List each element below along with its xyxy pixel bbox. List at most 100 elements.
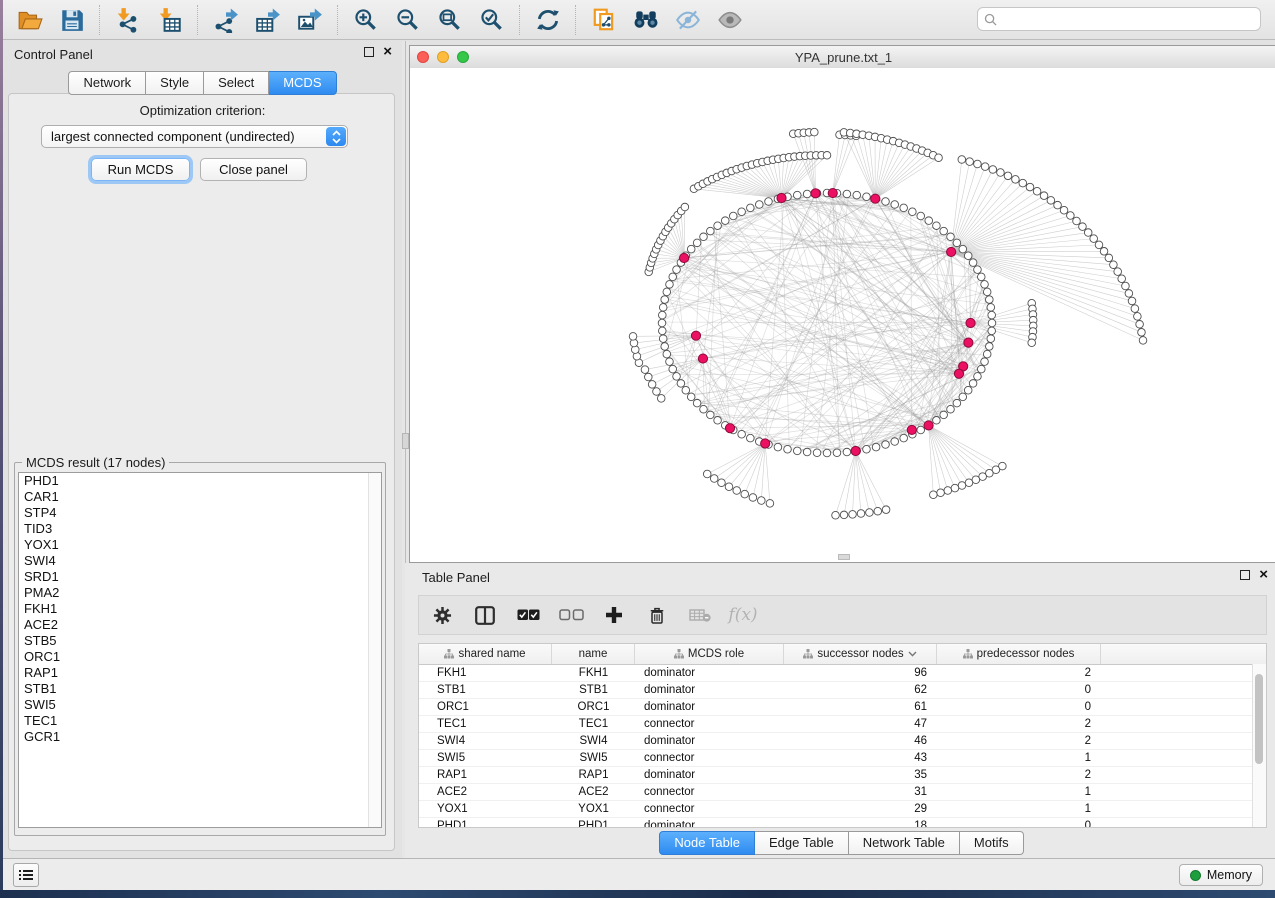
cell-shared-name[interactable]: RAP1 [419, 767, 552, 783]
cell-successor-nodes[interactable]: 62 [784, 682, 937, 698]
column-header-shared-name[interactable]: shared name [419, 644, 552, 664]
cell-predecessor-nodes[interactable]: 2 [937, 767, 1101, 783]
cell-predecessor-nodes[interactable]: 0 [937, 699, 1101, 715]
mcds-result-item[interactable]: ACE2 [19, 617, 381, 633]
table-row[interactable]: STB1STB1dominator620 [419, 682, 1266, 699]
mcds-result-item[interactable]: ORC1 [19, 649, 381, 665]
search-input[interactable] [1002, 11, 1254, 27]
float-table-panel-icon[interactable] [1240, 570, 1250, 580]
splitter-grabber[interactable] [402, 433, 409, 449]
mcds-result-item[interactable]: PHD1 [19, 473, 381, 489]
mcds-list-scrollbar[interactable] [368, 473, 381, 827]
column-header-name[interactable]: name [552, 644, 635, 664]
table-deselect-all-button[interactable] [558, 602, 584, 628]
cell-predecessor-nodes[interactable]: 0 [937, 818, 1101, 828]
tab-style[interactable]: Style [146, 71, 204, 95]
cell-shared-name[interactable]: STB1 [419, 682, 552, 698]
float-panel-icon[interactable] [364, 47, 374, 57]
cell-shared-name[interactable]: ORC1 [419, 699, 552, 715]
table-scrollbar-thumb[interactable] [1255, 674, 1263, 764]
mcds-result-item[interactable]: RAP1 [19, 665, 381, 681]
cell-predecessor-nodes[interactable]: 2 [937, 716, 1101, 732]
cell-name[interactable]: ORC1 [552, 699, 635, 715]
cell-predecessor-nodes[interactable]: 1 [937, 784, 1101, 800]
close-panel-icon[interactable]: × [383, 47, 392, 57]
cell-predecessor-nodes[interactable]: 2 [937, 733, 1101, 749]
table-settings-button[interactable] [429, 602, 455, 628]
mcds-result-item[interactable]: STP4 [19, 505, 381, 521]
table-row[interactable]: ORC1ORC1dominator610 [419, 699, 1266, 716]
cell-shared-name[interactable]: TEC1 [419, 716, 552, 732]
cell-name[interactable]: STB1 [552, 682, 635, 698]
mcds-result-item[interactable]: SRD1 [19, 569, 381, 585]
cell-name[interactable]: FKH1 [552, 665, 635, 681]
table-row[interactable]: YOX1YOX1connector291 [419, 801, 1266, 818]
toolbar-refresh-layout-button[interactable] [531, 4, 565, 36]
toolbar-save-session-button[interactable] [55, 4, 89, 36]
cell-shared-name[interactable]: FKH1 [419, 665, 552, 681]
column-header-successor-nodes[interactable]: successor nodes [784, 644, 937, 664]
table-row[interactable]: RAP1RAP1dominator352 [419, 767, 1266, 784]
cell-MCDS-role[interactable]: dominator [635, 682, 784, 698]
cell-predecessor-nodes[interactable]: 0 [937, 682, 1101, 698]
table-row[interactable]: SWI4SWI4dominator462 [419, 733, 1266, 750]
cell-MCDS-role[interactable]: dominator [635, 699, 784, 715]
task-history-button[interactable] [13, 863, 39, 887]
toolbar-export-image-button[interactable] [293, 4, 327, 36]
cell-name[interactable]: RAP1 [552, 767, 635, 783]
mcds-result-item[interactable]: YOX1 [19, 537, 381, 553]
cell-MCDS-role[interactable]: connector [635, 801, 784, 817]
toolbar-open-session-button[interactable] [13, 4, 47, 36]
criterion-select[interactable]: largest connected component (undirected) [41, 125, 348, 148]
tab-network-table[interactable]: Network Table [849, 831, 960, 855]
table-select-all-button[interactable] [515, 602, 541, 628]
cell-successor-nodes[interactable]: 47 [784, 716, 937, 732]
cell-MCDS-role[interactable]: dominator [635, 733, 784, 749]
table-row[interactable]: TEC1TEC1connector472 [419, 716, 1266, 733]
toolbar-import-network-button[interactable] [111, 4, 145, 36]
toolbar-show-all-button[interactable] [713, 4, 747, 36]
cell-successor-nodes[interactable]: 31 [784, 784, 937, 800]
mcds-result-item[interactable]: STB1 [19, 681, 381, 697]
mcds-result-item[interactable]: CAR1 [19, 489, 381, 505]
toolbar-zoom-in-button[interactable] [349, 4, 383, 36]
cell-shared-name[interactable]: SWI4 [419, 733, 552, 749]
table-delete-row-button[interactable] [644, 602, 670, 628]
cell-shared-name[interactable]: SWI5 [419, 750, 552, 766]
cell-successor-nodes[interactable]: 35 [784, 767, 937, 783]
toolbar-zoom-out-button[interactable] [391, 4, 425, 36]
toolbar-hide-selected-button[interactable] [671, 4, 705, 36]
toolbar-import-table-button[interactable] [153, 4, 187, 36]
toolbar-zoom-fit-button[interactable] [433, 4, 467, 36]
cell-name[interactable]: SWI5 [552, 750, 635, 766]
tab-select[interactable]: Select [204, 71, 269, 95]
table-add-row-button[interactable] [601, 602, 627, 628]
mcds-result-item[interactable]: TEC1 [19, 713, 381, 729]
toolbar-zoom-selected-button[interactable] [475, 4, 509, 36]
cell-predecessor-nodes[interactable]: 2 [937, 665, 1101, 681]
run-mcds-button[interactable]: Run MCDS [91, 158, 190, 181]
cell-successor-nodes[interactable]: 43 [784, 750, 937, 766]
table-scrollbar[interactable] [1252, 664, 1266, 827]
column-header-MCDS-role[interactable]: MCDS role [635, 644, 784, 664]
tab-node-table[interactable]: Node Table [659, 831, 755, 855]
cell-MCDS-role[interactable]: dominator [635, 665, 784, 681]
network-window-titlebar[interactable]: YPA_prune.txt_1 [410, 46, 1275, 69]
cell-MCDS-role[interactable]: connector [635, 716, 784, 732]
network-canvas[interactable] [410, 68, 1275, 562]
tab-edge-table[interactable]: Edge Table [755, 831, 849, 855]
cell-name[interactable]: YOX1 [552, 801, 635, 817]
cell-successor-nodes[interactable]: 29 [784, 801, 937, 817]
cell-MCDS-role[interactable]: connector [635, 750, 784, 766]
mcds-result-item[interactable]: FKH1 [19, 601, 381, 617]
search-box[interactable] [977, 7, 1261, 31]
toolbar-export-network-button[interactable] [209, 4, 243, 36]
cell-shared-name[interactable]: PHD1 [419, 818, 552, 828]
table-split-view-button[interactable] [472, 602, 498, 628]
tab-motifs[interactable]: Motifs [960, 831, 1024, 855]
mcds-result-item[interactable]: GCR1 [19, 729, 381, 745]
column-header-predecessor-nodes[interactable]: predecessor nodes [937, 644, 1101, 664]
close-table-panel-icon[interactable]: × [1259, 570, 1268, 580]
mcds-result-item[interactable]: SWI5 [19, 697, 381, 713]
table-row[interactable]: PHD1PHD1dominator180 [419, 818, 1266, 828]
